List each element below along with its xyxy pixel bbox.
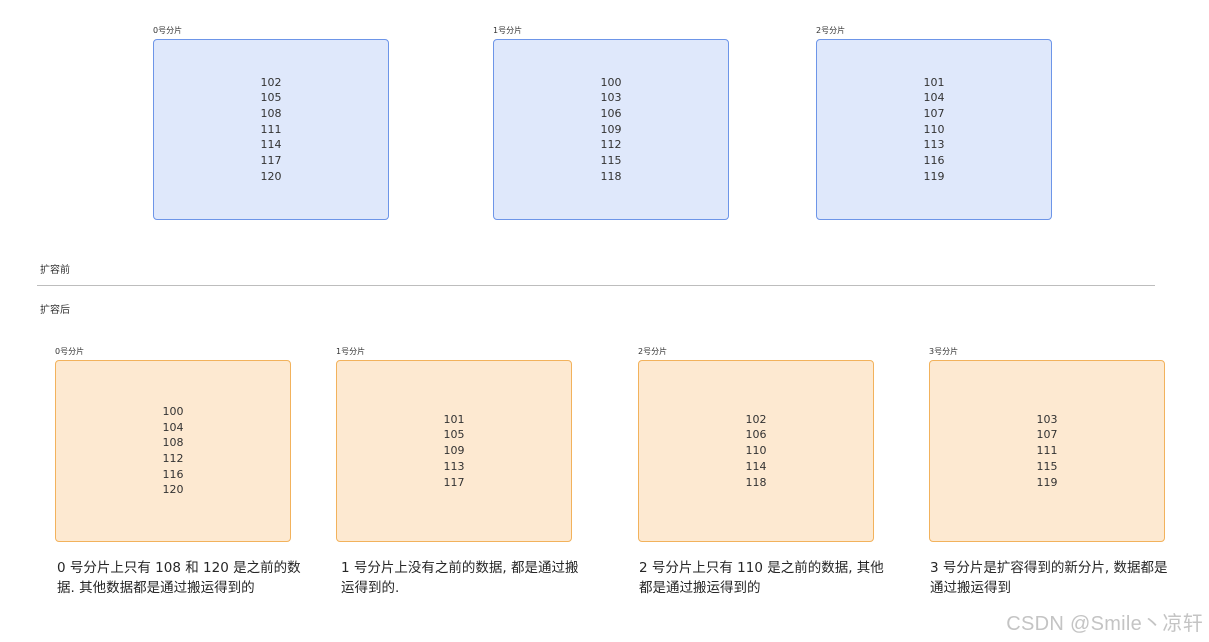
shard-value: 100 — [162, 404, 184, 418]
shard-value: 112 — [162, 452, 184, 465]
shard-value: 102 — [260, 75, 282, 89]
before-shard-0-title: 0号分片 — [153, 26, 183, 35]
shard-value: 103 — [600, 91, 622, 105]
shard-value: 104 — [162, 420, 184, 434]
shard-value: 101 — [923, 75, 945, 89]
shard-value: 111 — [260, 122, 282, 136]
shard-value: 116 — [923, 154, 945, 168]
before-shard-0-values: 102 105 108 111 114 117 120 — [261, 75, 282, 185]
shard-value: 114 — [745, 459, 767, 473]
shard-value: 117 — [260, 154, 282, 168]
shard-value: 108 — [162, 436, 184, 450]
after-shard-2-caption: 2 号分片上只有 110 是之前的数据, 其他都是通过搬运得到的 — [639, 560, 884, 596]
shard-value: 100 — [600, 75, 622, 89]
shard-value: 120 — [162, 483, 184, 497]
shard-value: 108 — [260, 106, 282, 120]
after-shard-2-values: 102 106 110 114 118 — [746, 412, 767, 491]
section-divider — [37, 285, 1155, 286]
before-shard-1-box: 100 103 106 109 112 115 118 — [493, 39, 729, 220]
shard-value: 119 — [923, 169, 945, 183]
before-shard-0-box: 102 105 108 111 114 117 120 — [153, 39, 389, 220]
before-shard-2-title: 2号分片 — [816, 26, 846, 35]
after-shard-2-box: 102 106 110 114 118 — [638, 360, 874, 542]
after-shard-2-title: 2号分片 — [638, 347, 668, 356]
after-shard-0-caption: 0 号分片上只有 108 和 120 是之前的数据. 其他数据都是通过搬运得到的 — [57, 560, 301, 596]
shard-value: 101 — [443, 412, 465, 426]
shard-value: 104 — [923, 91, 945, 105]
shard-value: 102 — [745, 412, 767, 426]
shard-value: 113 — [443, 459, 465, 473]
shard-value: 119 — [1036, 475, 1058, 489]
after-shard-3-box: 103 107 111 115 119 — [929, 360, 1165, 542]
before-shard-2-box: 101 104 107 110 113 116 119 — [816, 39, 1052, 220]
shard-value: 118 — [745, 475, 767, 489]
shard-value: 107 — [923, 106, 945, 120]
after-shard-3-values: 103 107 111 115 119 — [1037, 412, 1058, 491]
before-shard-2-values: 101 104 107 110 113 116 119 — [924, 75, 945, 185]
shard-value: 113 — [923, 138, 945, 152]
after-shard-0-values: 100 104 108 112 116 120 — [163, 404, 184, 498]
shard-value: 114 — [260, 138, 282, 152]
shard-value: 106 — [600, 106, 622, 120]
shard-value: 105 — [260, 91, 282, 105]
after-shard-1-caption: 1 号分片上没有之前的数据, 都是通过搬运得到的. — [341, 560, 579, 596]
shard-value: 110 — [923, 122, 945, 136]
shard-value: 110 — [745, 444, 767, 458]
shard-value: 107 — [1036, 428, 1058, 442]
after-shard-0-title: 0号分片 — [55, 347, 85, 356]
shard-value: 109 — [443, 444, 465, 458]
after-shard-1-values: 101 105 109 113 117 — [444, 412, 465, 491]
shard-value: 112 — [600, 138, 622, 152]
shard-value: 115 — [600, 154, 622, 168]
shard-value: 120 — [260, 169, 282, 183]
before-shard-1-values: 100 103 106 109 112 115 118 — [601, 75, 622, 185]
after-shard-0-box: 100 104 108 112 116 120 — [55, 360, 291, 542]
before-shard-1-title: 1号分片 — [493, 26, 523, 35]
shard-value: 103 — [1036, 412, 1058, 426]
shard-value: 118 — [600, 169, 622, 183]
shard-value: 106 — [745, 428, 767, 442]
after-shard-3-title: 3号分片 — [929, 347, 959, 356]
shard-value: 116 — [162, 467, 184, 481]
before-section-label: 扩容前 — [40, 265, 70, 276]
shard-value: 111 — [1036, 444, 1058, 458]
after-section-label: 扩容后 — [40, 305, 70, 316]
shard-value: 109 — [600, 122, 622, 136]
after-shard-1-title: 1号分片 — [336, 347, 366, 356]
after-shard-1-box: 101 105 109 113 117 — [336, 360, 572, 542]
shard-value: 117 — [443, 475, 465, 489]
after-shard-3-caption: 3 号分片是扩容得到的新分片, 数据都是通过搬运得到 — [930, 560, 1168, 596]
shard-value: 115 — [1036, 459, 1058, 473]
shard-value: 105 — [443, 428, 465, 442]
watermark-text: CSDN @Smile丶凉轩 — [1006, 613, 1203, 635]
